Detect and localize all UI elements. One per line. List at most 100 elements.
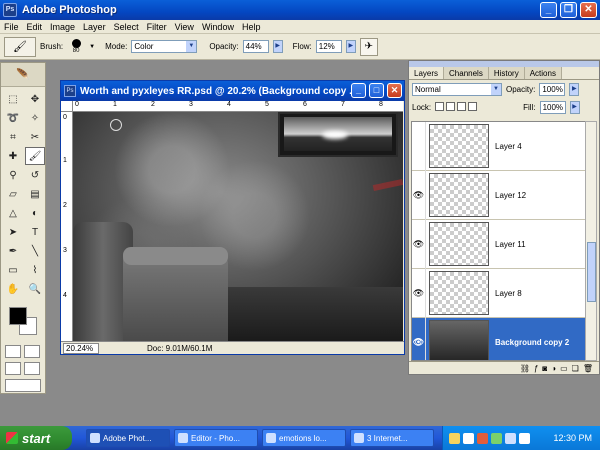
crop-tool[interactable]: ⌗ <box>3 128 23 146</box>
adjustment-layer-icon[interactable]: ◑ <box>551 364 556 373</box>
tool-preset-picker[interactable]: 🖌 <box>4 36 36 57</box>
tab-history[interactable]: History <box>488 67 525 79</box>
brush-dropdown-icon[interactable]: ▼ <box>89 44 95 50</box>
standard-mode-button[interactable] <box>5 345 21 358</box>
jump-to-imageready-button[interactable] <box>5 379 41 392</box>
menu-filter[interactable]: Filter <box>143 22 171 32</box>
menu-file[interactable]: File <box>0 22 23 32</box>
gradient-tool[interactable]: ▤ <box>25 185 45 203</box>
lock-position-icon[interactable] <box>457 101 467 111</box>
tray-icon[interactable] <box>463 432 474 444</box>
hand-tool[interactable]: ✋ <box>3 280 23 298</box>
marquee-tool[interactable]: ⬚ <box>3 90 23 108</box>
menu-layer[interactable]: Layer <box>79 22 110 32</box>
layer-row[interactable]: Layer 4 <box>412 122 586 171</box>
minimize-button[interactable]: _ <box>540 2 557 18</box>
link-icon[interactable]: ⛓ <box>520 364 530 373</box>
clock[interactable]: 12:30 PM <box>553 433 592 443</box>
screen-mode-full-menu[interactable] <box>24 362 40 375</box>
flow-input[interactable]: 12% <box>315 40 342 53</box>
mode-select[interactable]: Color ▼ <box>131 40 198 53</box>
brush-picker[interactable]: 80 <box>67 38 85 55</box>
tray-icon[interactable] <box>449 432 460 444</box>
start-button[interactable]: start <box>0 426 72 450</box>
visibility-toggle[interactable]: 👁 <box>412 268 426 318</box>
lock-all-icon[interactable] <box>468 101 478 111</box>
stamp-tool[interactable]: ⚲ <box>3 166 23 184</box>
pen-tool[interactable]: ✒ <box>3 242 23 260</box>
document-title-bar[interactable]: Ps Worth and pyxleyes RR.psd @ 20.2% (Ba… <box>61 81 404 101</box>
fill-slider-button[interactable]: ▶ <box>569 100 580 114</box>
layer-row-selected[interactable]: 👁 Background copy 2 <box>412 317 586 360</box>
path-selection-tool[interactable]: ➤ <box>3 223 23 241</box>
slice-tool[interactable]: ✂ <box>25 128 45 146</box>
layer-list-scrollbar[interactable] <box>585 121 597 361</box>
close-button[interactable]: ✕ <box>580 2 597 18</box>
taskbar-item-emotions[interactable]: emotions lo... <box>262 429 346 447</box>
volume-icon[interactable] <box>519 432 530 444</box>
tray-icon[interactable] <box>477 432 488 444</box>
flow-slider-button[interactable]: ▶ <box>345 40 356 53</box>
zoom-field[interactable]: 20.24% <box>63 342 99 354</box>
visibility-toggle[interactable] <box>412 122 426 171</box>
mask-icon[interactable]: ◙ <box>542 364 547 373</box>
lock-pixels-icon[interactable] <box>446 101 456 111</box>
horizontal-ruler[interactable]: 0 1 2 3 4 5 6 7 8 <box>73 101 403 112</box>
history-brush-tool[interactable]: ↺ <box>25 166 45 184</box>
layer-row[interactable]: 👁 Layer 12 <box>412 170 586 220</box>
doc-maximize-button[interactable]: □ <box>369 83 384 98</box>
visibility-toggle[interactable]: 👁 <box>412 219 426 269</box>
new-layer-icon[interactable]: ❏ <box>572 364 579 373</box>
eraser-tool[interactable]: ▱ <box>3 185 23 203</box>
opacity-slider-button[interactable]: ▶ <box>272 40 283 53</box>
restore-button[interactable]: ❐ <box>560 2 577 18</box>
layer-row[interactable]: 👁 Layer 11 <box>412 219 586 269</box>
brush-tool[interactable]: 🖌 <box>25 147 45 165</box>
foreground-color[interactable] <box>9 307 27 325</box>
menu-select[interactable]: Select <box>110 22 143 32</box>
type-tool[interactable]: T <box>25 223 45 241</box>
dodge-tool[interactable]: ◐ <box>25 204 45 222</box>
lock-transparency-icon[interactable] <box>435 101 445 111</box>
taskbar-item-editor[interactable]: Editor - Pho... <box>174 429 258 447</box>
healing-tool[interactable]: ✚ <box>3 147 23 165</box>
layer-row[interactable]: 👁 Layer 8 <box>412 268 586 318</box>
layer-style-icon[interactable]: ƒ <box>534 364 538 373</box>
move-tool[interactable]: ✥ <box>25 90 45 108</box>
screen-mode-standard[interactable] <box>5 362 21 375</box>
opacity-input[interactable]: 44% <box>242 40 269 53</box>
zoom-tool[interactable]: 🔍 <box>25 280 45 298</box>
menu-help[interactable]: Help <box>238 22 265 32</box>
tab-layers[interactable]: Layers <box>409 67 445 79</box>
new-set-icon[interactable]: ▭ <box>560 364 568 373</box>
layer-opacity-input[interactable]: 100% <box>539 82 566 96</box>
menu-edit[interactable]: Edit <box>23 22 47 32</box>
trash-icon[interactable]: 🗑 <box>583 364 593 373</box>
blend-mode-select[interactable]: Normal ▼ <box>412 82 502 96</box>
doc-close-button[interactable]: ✕ <box>387 83 402 98</box>
doc-minimize-button[interactable]: _ <box>351 83 366 98</box>
tab-actions[interactable]: Actions <box>524 67 562 79</box>
visibility-toggle[interactable]: 👁 <box>412 170 426 220</box>
lasso-tool[interactable]: ➰ <box>3 109 23 127</box>
notes-tool[interactable]: ▭ <box>3 261 23 279</box>
menu-window[interactable]: Window <box>198 22 238 32</box>
menu-view[interactable]: View <box>171 22 198 32</box>
blur-tool[interactable]: △ <box>3 204 23 222</box>
magic-wand-tool[interactable]: ✧ <box>25 109 45 127</box>
image-canvas[interactable] <box>73 112 403 342</box>
menu-image[interactable]: Image <box>46 22 79 32</box>
tray-icon[interactable] <box>491 432 502 444</box>
visibility-toggle[interactable]: 👁 <box>412 317 426 360</box>
fill-input[interactable]: 100% <box>539 100 566 114</box>
eyedropper-tool[interactable]: ⌇ <box>25 261 45 279</box>
layer-opacity-slider-button[interactable]: ▶ <box>569 82 580 96</box>
scrollbar-thumb[interactable] <box>587 242 596 302</box>
taskbar-item-photoshop[interactable]: Adobe Phot... <box>86 429 170 447</box>
tab-channels[interactable]: Channels <box>444 67 489 79</box>
line-tool[interactable]: ╲ <box>25 242 45 260</box>
airbrush-toggle[interactable]: ✈ <box>359 37 378 56</box>
taskbar-item-internet[interactable]: 3 Internet... <box>350 429 434 447</box>
ruler-origin[interactable] <box>61 101 73 112</box>
doc-size-info[interactable]: Doc: 9.01M/60.1M <box>147 344 212 353</box>
